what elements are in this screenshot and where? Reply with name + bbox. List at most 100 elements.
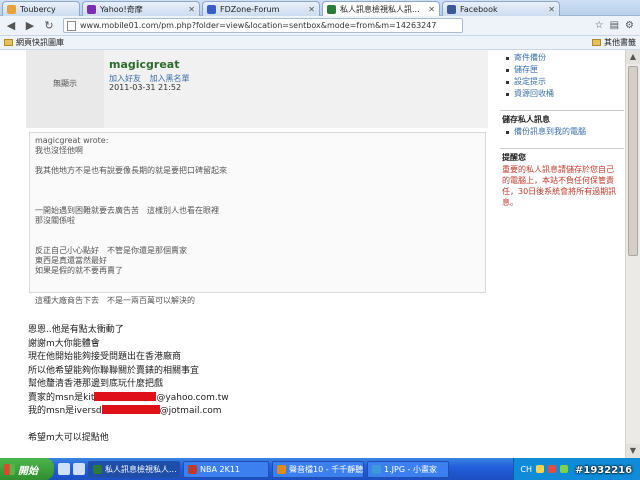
taskbar-item-ttplayer[interactable]: 聲音檔10 - 千千靜聽 — [272, 460, 364, 478]
add-blacklist-link[interactable]: 加入黑名單 — [150, 74, 190, 83]
tab-label: Toubercy — [20, 4, 56, 14]
mobile01-favicon-icon — [327, 4, 336, 14]
wrench-icon[interactable]: ⚙ — [625, 20, 634, 31]
folder-icon — [4, 39, 13, 46]
music-player-icon — [277, 464, 286, 474]
scroll-thumb[interactable] — [628, 66, 638, 256]
tray-icon[interactable] — [560, 465, 568, 473]
tab-strip: Toubercy Yahoo!奇摩 ✕ FDZone-Forum ✕ 私人訊息檢… — [0, 0, 640, 16]
body-line: 幫他釐清香港那邊到底玩什麼把戲 — [28, 379, 164, 389]
sidebar-item-settings[interactable]: 設定提示 — [500, 76, 624, 88]
right-sidebar: 寄件備份 儲存匣 設定提示 資源回收桶 儲存私人訊息 備份訊息到我的電腦 提醒您… — [500, 50, 625, 458]
add-friend-link[interactable]: 加入好友 — [109, 74, 141, 83]
facebook-favicon-icon — [447, 4, 456, 14]
page-content: 無顯示 magicgreat 加入好友 加入黑名單 2011-03-31 21:… — [0, 50, 625, 458]
tab-label: FDZone-Forum — [220, 4, 280, 14]
tab-private-message[interactable]: 私人訊息檢視私人訊... ✕ — [322, 1, 440, 16]
quote-line — [35, 196, 480, 206]
bookmark-label: 其他書籤 — [604, 38, 636, 47]
quote-line — [35, 236, 480, 246]
paint-icon — [372, 464, 381, 474]
quote-line — [35, 186, 480, 196]
tray-icon[interactable] — [548, 465, 556, 473]
close-icon[interactable]: ✕ — [428, 5, 435, 14]
folder-links: 寄件備份 儲存匣 設定提示 資源回收桶 — [500, 52, 624, 100]
browser-toolbar: ◀ ▶ ↻ www.mobile01.com/pm.php?folder=vie… — [0, 16, 640, 36]
author-name[interactable]: magicgreat — [109, 58, 180, 71]
quote-box: magicgreat wrote: 我也沒怪他啊 我其他地方不是也有說要像長期的… — [29, 132, 486, 305]
back-arrow-icon[interactable]: ◀ — [3, 18, 19, 34]
start-label: 開始 — [18, 465, 38, 477]
bookmark-label: 網頁快訊圖庫 — [16, 38, 64, 47]
address-url[interactable]: www.mobile01.com/pm.php?folder=view&loca… — [80, 21, 436, 30]
body-line: 所以他希望能夠你聯聯關於賣錶的相關事宜 — [28, 365, 200, 376]
scroll-up-icon[interactable]: ▲ — [626, 50, 640, 64]
msn-suffix: @jotmail.com — [159, 406, 222, 416]
tab-fdzone[interactable]: FDZone-Forum ✕ — [202, 1, 320, 16]
tray-icon[interactable] — [536, 465, 544, 473]
taskbar-item-nba2k11[interactable]: NBA 2K11 — [183, 460, 269, 478]
quick-launch — [58, 463, 85, 475]
save-section-title: 儲存私人訊息 — [502, 115, 550, 124]
avatar: 無顯示 — [26, 50, 104, 128]
sidebar-item-storage[interactable]: 儲存匣 — [500, 64, 624, 76]
reminder-title: 提醒您 — [502, 153, 526, 162]
quote-line: 反正自己小心點好 不管是你還是那個賣家 — [35, 246, 187, 255]
scroll-down-icon[interactable]: ▼ — [626, 444, 640, 458]
task-label: 聲音檔10 - 千千靜聽 — [289, 464, 364, 474]
reminder-section: 提醒您 重要的私人訊息請儲存於您自己的電腦上，本站不負任何保管責任，30日後系統… — [500, 146, 624, 208]
forward-arrow-icon[interactable]: ▶ — [22, 18, 38, 34]
bookmark-other[interactable]: 其他書籤 — [592, 37, 636, 48]
sidebar-item-sent-backup[interactable]: 寄件備份 — [500, 52, 624, 64]
quote-line: 東西是真還當然最好 — [35, 256, 107, 265]
quick-launch-icon[interactable] — [73, 463, 85, 475]
close-icon[interactable]: ✕ — [188, 5, 195, 14]
task-label: NBA 2K11 — [200, 464, 241, 474]
redaction-bar — [94, 391, 157, 401]
close-icon[interactable]: ✕ — [548, 5, 555, 14]
ime-indicator[interactable]: CH — [520, 465, 532, 474]
start-button[interactable]: 開始 — [0, 458, 54, 480]
quick-launch-icon[interactable] — [58, 463, 70, 475]
page-menu-icon[interactable]: ▤ — [610, 20, 619, 31]
page-scrollbar[interactable]: ▲ ▼ — [625, 50, 640, 458]
bookmark-star-icon[interactable]: ☆ — [595, 20, 604, 31]
reload-icon[interactable]: ↻ — [41, 18, 57, 34]
quote-line: 我其他地方不是也有說要像長期的就是要把口碑留起來 — [35, 166, 227, 175]
folder-icon — [592, 39, 601, 46]
bookmark-bar: 網頁快訊圖庫 其他書籤 — [0, 36, 640, 50]
backup-to-computer-link[interactable]: 備份訊息到我的電腦 — [500, 126, 624, 138]
reminder-text: 重要的私人訊息請儲存於您自己的電腦上，本站不負任何保管責任，30日後系統會將所有… — [502, 165, 617, 207]
bookmark-webslice-gallery[interactable]: 網頁快訊圖庫 — [4, 37, 64, 48]
taskbar-item-paint[interactable]: 1.JPG - 小畫家 — [367, 460, 449, 478]
tab-label: 私人訊息檢視私人訊... — [340, 4, 420, 14]
avatar-placeholder-label: 無顯示 — [53, 79, 77, 88]
tab-toubercy[interactable]: Toubercy — [2, 1, 80, 16]
yahoo-favicon-icon — [87, 4, 96, 14]
quote-line — [35, 176, 480, 186]
tab-facebook[interactable]: Facebook ✕ — [442, 1, 560, 16]
msn-line-seller: 賣家的msn是kit @yahoo.com.tw — [28, 391, 229, 406]
closing-line: 希望m大可以提點他 — [28, 433, 109, 443]
tab-yahoo[interactable]: Yahoo!奇摩 ✕ — [82, 1, 200, 16]
task-label: 1.JPG - 小畫家 — [384, 464, 437, 474]
message-body: 恩恩..他是有點太衝動了 謝謝m大你能體會 現在他開始能夠接受問題出在香港廠商 … — [28, 324, 229, 446]
tab-label: Facebook — [460, 4, 498, 14]
taskbar-item-browser[interactable]: 私人訊息檢視私人... — [88, 460, 180, 478]
quote-line: magicgreat wrote: — [35, 136, 109, 145]
body-line: 謝謝m大你能體會 — [28, 338, 100, 349]
quote-line: 一開始遇到困難就要去廣告苦 這樣別人也看在眼裡 — [35, 206, 219, 215]
sidebar-item-trash[interactable]: 資源回收桶 — [500, 88, 624, 100]
quote-line: 那沒關係啦 — [35, 216, 75, 225]
msn-line-mine: 我的msn是iversd @jotmail.com — [28, 405, 229, 419]
windows-taskbar: 開始 私人訊息檢視私人... NBA 2K11 聲音檔10 - 千千靜聽 1.J… — [0, 458, 640, 480]
message-timestamp: 2011-03-31 21:52 — [109, 83, 182, 92]
quote-line — [35, 276, 480, 286]
quote-line — [35, 156, 480, 166]
address-bar[interactable]: www.mobile01.com/pm.php?folder=view&loca… — [63, 18, 463, 33]
close-icon[interactable]: ✕ — [308, 5, 315, 14]
save-messages-section: 儲存私人訊息 備份訊息到我的電腦 — [500, 108, 624, 138]
body-line: 恩恩..他是有點太衝動了 — [28, 325, 124, 335]
quote-line: 這種大廠商告下去 不是一兩百萬可以解決的 — [35, 296, 195, 305]
